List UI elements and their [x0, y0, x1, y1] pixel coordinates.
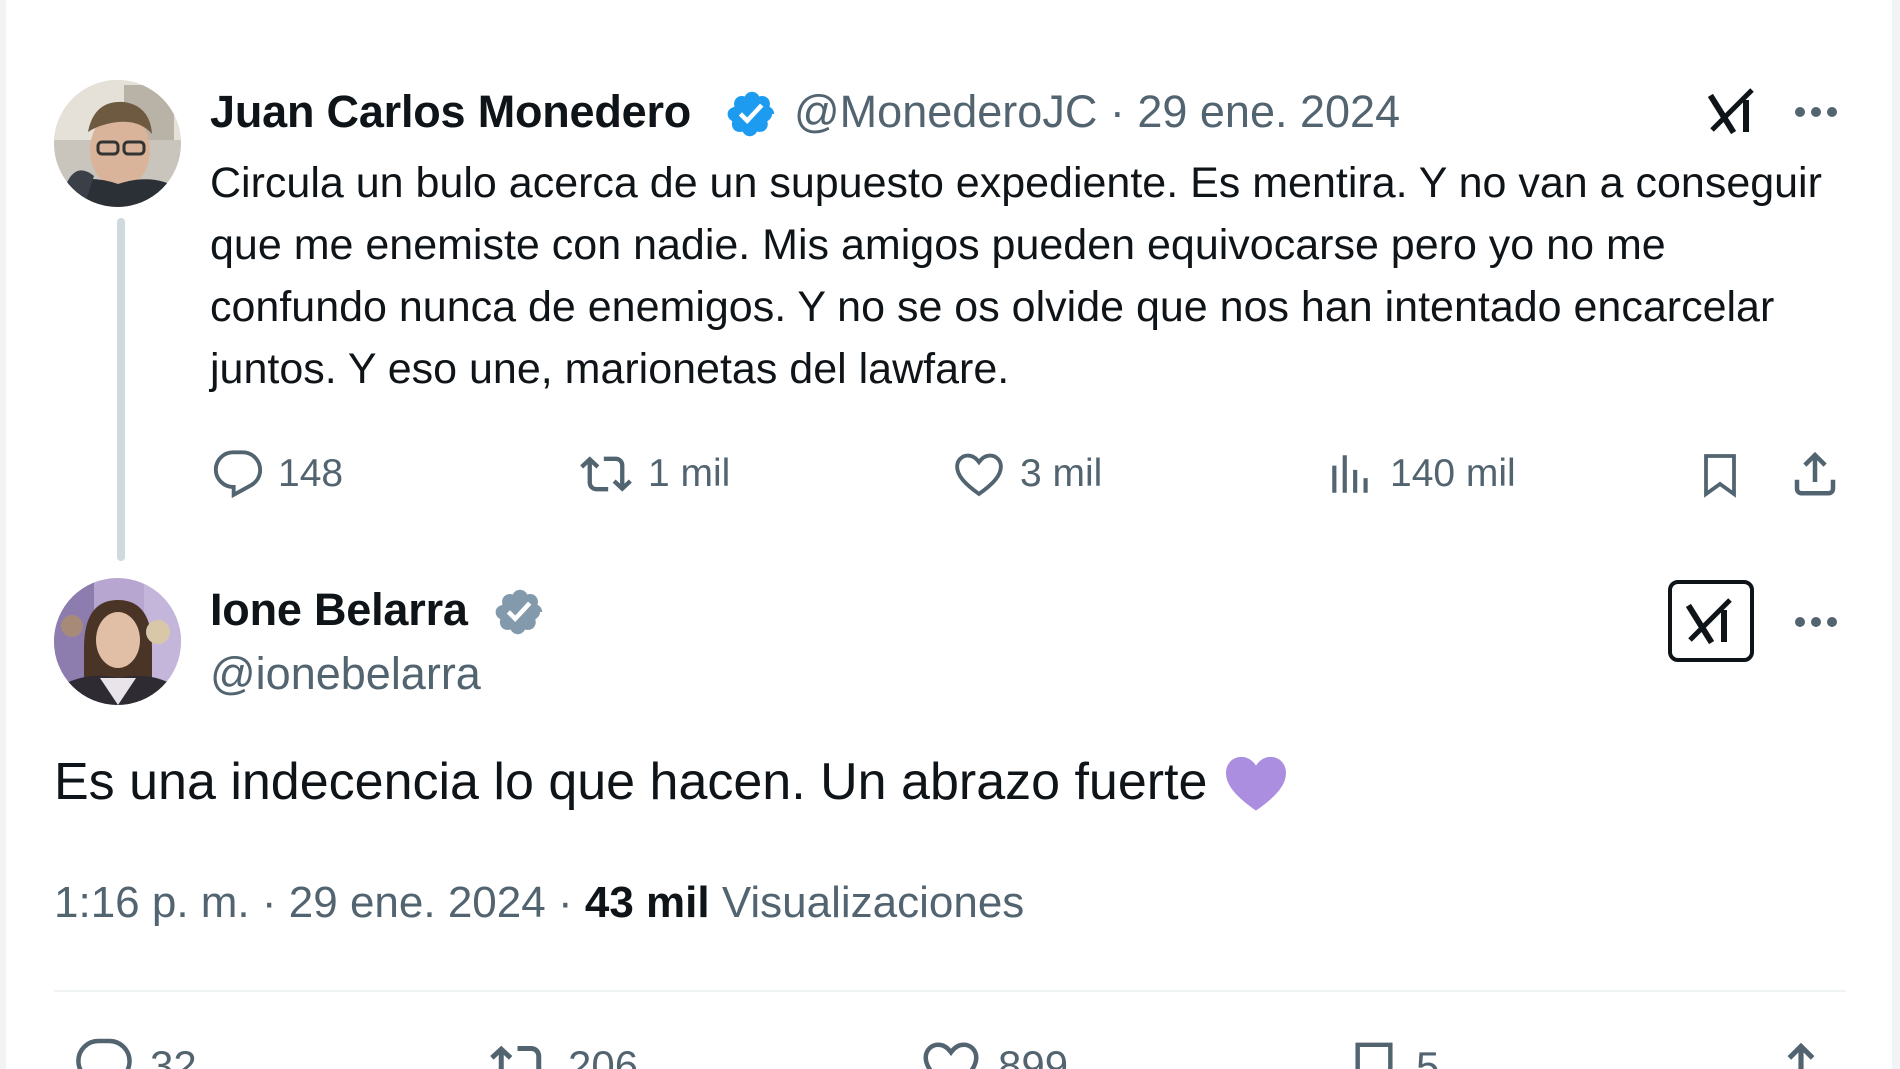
- reply-icon: [76, 1038, 132, 1069]
- tweet2-bookmark-count: 5: [1416, 1043, 1440, 1069]
- tweet2-author-name[interactable]: Ione Belarra: [210, 584, 468, 636]
- tweet2-views-count: 43 mil: [584, 878, 710, 927]
- tweet1-views-button[interactable]: 140 mil: [1326, 448, 1516, 500]
- tweet1-like-button[interactable]: 3 mil: [952, 448, 1102, 500]
- tweet2-views-label: Visualizaciones: [721, 878, 1025, 927]
- bookmark-icon: [1355, 1042, 1393, 1069]
- reply-icon: [213, 450, 263, 499]
- tweet1-repost-count: 1 mil: [648, 452, 731, 495]
- tweet2-bookmark-button[interactable]: 5: [1346, 1036, 1439, 1069]
- tweet1-text: Circula un bulo acerca de un supuesto ex…: [210, 159, 1822, 393]
- tweet2-meta: 1:16 p. m. · 29 ene. 2024 · 43 mil Visua…: [54, 878, 1024, 928]
- tweet1-repost-button[interactable]: 1 mil: [578, 448, 730, 500]
- tweet2-more-icon[interactable]: [1792, 610, 1840, 639]
- tweet2-separator-2: ·: [557, 878, 573, 927]
- tweet-thread-card: Juan Carlos Monedero @MonederoJC · 29 en…: [6, 0, 1892, 1069]
- tweet2-time[interactable]: 1:16 p. m.: [54, 878, 250, 927]
- tweet2-text: Es una indecencia lo que hacen. Un abraz…: [54, 753, 1208, 811]
- like-icon: [923, 1042, 979, 1069]
- screenshot-stage: Juan Carlos Monedero @MonederoJC · 29 en…: [0, 0, 1900, 1069]
- tweet2-like-count: 899: [998, 1042, 1069, 1069]
- tweet2-share-icon[interactable]: [1770, 1036, 1832, 1069]
- tweet1-handle[interactable]: @MonederoJC: [794, 86, 1097, 137]
- tweet2-repost-count: 206: [568, 1042, 639, 1069]
- avatar-belarra[interactable]: [54, 578, 181, 705]
- tweet1-separator: ·: [1109, 86, 1125, 137]
- tweet2-like-button[interactable]: 899: [918, 1036, 1068, 1069]
- thread-connector-line: [117, 218, 125, 561]
- tweet1-verified-badge-icon: [727, 91, 775, 137]
- avatar-monedero[interactable]: [54, 80, 181, 207]
- tweet2-repost-button[interactable]: 206: [486, 1036, 638, 1069]
- tweet2-text-row: Es una indecencia lo que hacen. Un abraz…: [54, 752, 1289, 812]
- tweet1-grok-icon[interactable]: [1706, 84, 1760, 143]
- tweet1-bookmark-icon[interactable]: [1696, 448, 1744, 507]
- tweet2-grok-icon[interactable]: [1668, 580, 1754, 662]
- tweet1-views-count: 140 mil: [1390, 452, 1516, 495]
- purple-heart-emoji-icon: [1226, 756, 1287, 811]
- repost-icon: [490, 1045, 542, 1069]
- tweet2-verified-badge-icon: [495, 589, 543, 635]
- like-icon: [955, 453, 1003, 497]
- views-icon: [1332, 455, 1368, 493]
- tweet1-share-icon[interactable]: [1788, 446, 1842, 505]
- tweet1-more-icon[interactable]: [1792, 100, 1840, 129]
- tweet1-date[interactable]: 29 ene. 2024: [1137, 86, 1400, 137]
- tweet1-handle-date[interactable]: @MonederoJC · 29 ene. 2024: [794, 86, 1400, 138]
- tweet2-reply-count: 32: [150, 1042, 197, 1069]
- tweet2-reply-button[interactable]: 32: [72, 1036, 197, 1069]
- tweet1-like-count: 3 mil: [1020, 452, 1103, 495]
- tweet2-separator-1: ·: [261, 878, 277, 927]
- tweet2-handle[interactable]: @ionebelarra: [210, 648, 481, 700]
- tweet2-date[interactable]: 29 ene. 2024: [289, 878, 546, 927]
- repost-icon: [580, 456, 632, 492]
- tweet1-author-name[interactable]: Juan Carlos Monedero: [210, 86, 691, 138]
- tweet1-reply-button[interactable]: 148: [212, 448, 343, 500]
- meta-divider: [54, 990, 1846, 992]
- tweet1-reply-count: 148: [278, 452, 344, 495]
